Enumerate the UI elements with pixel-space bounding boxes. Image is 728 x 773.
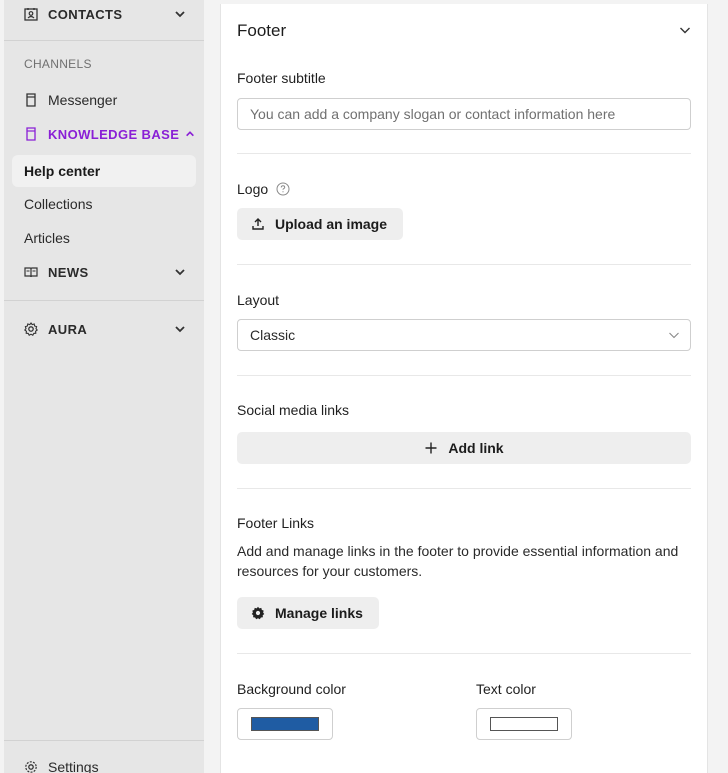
chevron-down-icon[interactable] bbox=[174, 266, 186, 278]
news-icon bbox=[24, 265, 38, 279]
sidebar-item-help-center[interactable]: Help center bbox=[12, 155, 196, 187]
sidebar-item-knowledge-base[interactable]: KNOWLEDGE BASE bbox=[4, 124, 204, 144]
sidebar-item-contacts[interactable]: CONTACTS bbox=[4, 4, 204, 24]
section-header-channels: CHANNELS bbox=[24, 57, 92, 71]
section-divider bbox=[237, 375, 691, 376]
sidebar-item-label: KNOWLEDGE BASE bbox=[48, 126, 180, 142]
sidebar-item-aura[interactable]: AURA bbox=[4, 319, 204, 339]
divider bbox=[4, 740, 204, 741]
sidebar-item-label: Settings bbox=[48, 759, 99, 773]
background-color-swatch bbox=[251, 717, 319, 731]
layout-label: Layout bbox=[237, 292, 280, 308]
sidebar-item-label: NEWS bbox=[48, 264, 89, 280]
panel-title: Footer bbox=[237, 21, 287, 40]
logo-label: Logo bbox=[237, 181, 290, 197]
text-color-swatch bbox=[490, 717, 558, 731]
chevron-down-icon bbox=[668, 329, 680, 341]
section-divider bbox=[237, 264, 691, 265]
help-circle-icon[interactable] bbox=[276, 182, 290, 196]
logo-label-text: Logo bbox=[237, 181, 269, 197]
background-color-picker[interactable] bbox=[237, 708, 333, 740]
page-background bbox=[708, 0, 728, 773]
plus-icon bbox=[424, 441, 438, 455]
sidebar-item-articles[interactable]: Articles bbox=[4, 228, 204, 248]
sidebar-item-collections[interactable]: Collections bbox=[4, 194, 204, 214]
sidebar-item-settings[interactable]: Settings bbox=[4, 757, 204, 773]
sidebar-item-label: CONTACTS bbox=[48, 6, 123, 22]
sidebar-item-news[interactable]: NEWS bbox=[4, 262, 204, 282]
gutter bbox=[204, 0, 220, 773]
manage-links-label: Manage links bbox=[275, 605, 363, 621]
divider bbox=[4, 40, 204, 41]
sidebar: CONTACTS CHANNELS Messenger KNOWLEDGE BA… bbox=[4, 0, 204, 773]
footer-links-description: Add and manage links in the footer to pr… bbox=[237, 543, 679, 579]
footer-subtitle-input[interactable]: You can add a company slogan or contact … bbox=[237, 98, 691, 130]
upload-image-button[interactable]: Upload an image bbox=[237, 208, 404, 240]
messenger-icon bbox=[24, 93, 38, 107]
layout-select[interactable]: Classic bbox=[237, 319, 691, 351]
upload-icon bbox=[251, 217, 265, 231]
social-media-label: Social media links bbox=[237, 402, 350, 418]
collapse-chevron-icon[interactable] bbox=[679, 23, 691, 35]
add-link-button[interactable]: Add link bbox=[237, 432, 691, 464]
add-link-label: Add link bbox=[448, 440, 504, 456]
footer-subtitle-label: Footer subtitle bbox=[237, 70, 326, 86]
divider bbox=[4, 300, 204, 301]
chevron-up-icon[interactable] bbox=[185, 129, 195, 139]
section-divider bbox=[237, 653, 691, 654]
upload-image-label: Upload an image bbox=[275, 216, 388, 232]
text-color-picker[interactable] bbox=[476, 708, 572, 740]
gear-icon bbox=[251, 606, 265, 620]
chevron-down-icon[interactable] bbox=[174, 8, 186, 20]
gear-icon bbox=[24, 322, 38, 336]
text-color-label: Text color bbox=[476, 681, 536, 697]
background-color-label: Background color bbox=[237, 681, 346, 697]
manage-links-button[interactable]: Manage links bbox=[237, 597, 379, 629]
sidebar-item-messenger[interactable]: Messenger bbox=[4, 90, 204, 110]
settings-gear-icon bbox=[24, 760, 38, 773]
section-divider bbox=[237, 153, 691, 154]
sidebar-item-label: Messenger bbox=[48, 92, 118, 108]
sidebar-item-label: AURA bbox=[48, 321, 88, 337]
contacts-icon bbox=[24, 7, 38, 21]
footer-settings-panel: Footer Footer subtitle You can add a com… bbox=[220, 4, 708, 773]
footer-links-label: Footer Links bbox=[237, 515, 315, 531]
book-icon bbox=[24, 127, 38, 141]
chevron-down-icon[interactable] bbox=[174, 323, 186, 335]
layout-select-value: Classic bbox=[250, 327, 296, 343]
section-divider bbox=[237, 488, 691, 489]
